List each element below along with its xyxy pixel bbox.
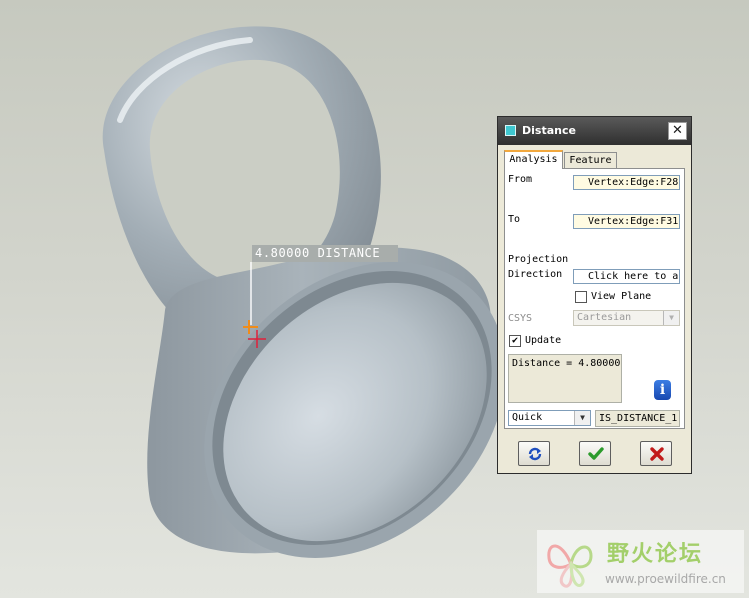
direction-label: Direction — [508, 269, 563, 280]
from-label: From — [508, 174, 533, 185]
csys-select[interactable]: Cartesian ▼ — [573, 310, 680, 326]
repeat-button[interactable] — [518, 441, 550, 466]
dialog-titlebar[interactable]: Distance ✕ — [498, 117, 691, 145]
csys-value: Cartesian — [577, 312, 632, 323]
mode-value: Quick — [512, 412, 543, 423]
from-field[interactable]: Vertex:Edge:F28 — [573, 175, 680, 190]
tab-analysis[interactable]: Analysis — [504, 150, 563, 169]
watermark-url: www.proewildfire.cn — [605, 572, 726, 586]
to-field[interactable]: Vertex:Edge:F31 — [573, 214, 680, 229]
mode-select[interactable]: Quick ▼ — [508, 410, 591, 426]
checkmark-icon — [588, 447, 604, 460]
to-label: To — [508, 214, 521, 225]
view-plane-label: View Plane — [591, 291, 652, 302]
projection-label: Projection — [508, 254, 569, 265]
repeat-icon — [528, 447, 542, 461]
window-icon — [505, 125, 516, 136]
csys-label: CSYS — [508, 313, 533, 324]
result-text: Distance = 4.80000 — [512, 358, 621, 369]
chevron-down-icon: ▼ — [574, 411, 590, 425]
distance-dialog: Distance ✕ Analysis Feature From Vertex:… — [497, 116, 692, 474]
chevron-down-icon: ▼ — [663, 311, 679, 325]
info-icon[interactable]: i — [654, 380, 671, 400]
close-icon[interactable]: ✕ — [668, 122, 687, 140]
distance-label: 4.80000 DISTANCE — [252, 245, 398, 262]
analysis-panel: From Vertex:Edge:F28 To Vertex:Edge:F31 … — [504, 168, 685, 429]
x-icon — [650, 447, 664, 461]
direction-field[interactable]: Click here to a — [573, 269, 680, 284]
analysis-name-field[interactable]: IS_DISTANCE_1 — [595, 410, 680, 427]
view-plane-checkbox[interactable] — [575, 291, 587, 303]
butterfly-logo-icon — [547, 544, 593, 588]
cancel-button[interactable] — [640, 441, 672, 466]
watermark-title: 野火论坛 — [607, 542, 704, 567]
dialog-title: Distance — [522, 124, 576, 137]
update-label: Update — [525, 335, 562, 346]
ok-button[interactable] — [579, 441, 611, 466]
result-box: Distance = 4.80000 — [508, 354, 622, 403]
update-checkbox[interactable]: ✔ — [509, 335, 521, 347]
watermark: 野火论坛 www.proewildfire.cn — [537, 530, 744, 593]
